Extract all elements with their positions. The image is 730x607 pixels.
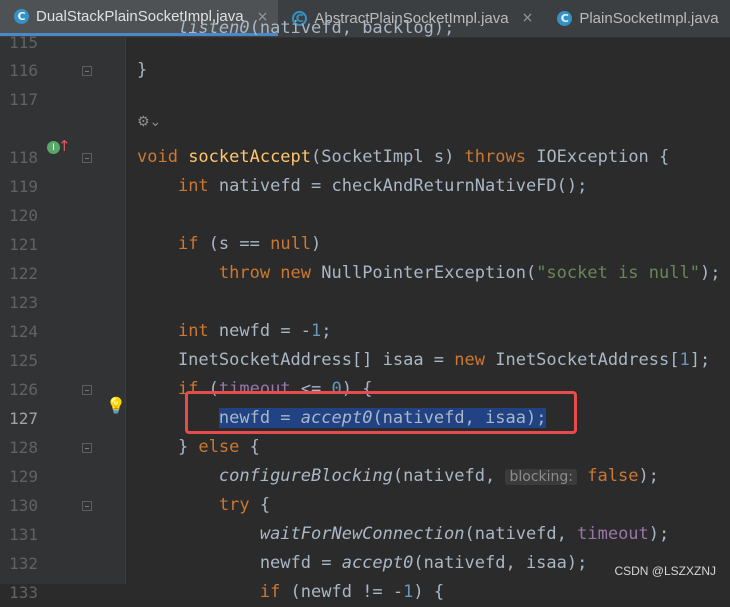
line-number: 132 — [9, 554, 38, 573]
line-number: 130 — [9, 496, 38, 515]
code-line: 116 } — [0, 56, 730, 85]
close-icon[interactable]: × — [522, 10, 534, 26]
code-line: 129 configureBlocking(nativefd, blocking… — [0, 462, 730, 491]
code-line: 115 listen0(nativefd, backlog); — [0, 18, 730, 57]
code-line: 125 InetSocketAddress[] isaa = new InetS… — [0, 346, 730, 375]
fold-icon[interactable] — [82, 66, 92, 76]
line-number: 115 — [9, 33, 38, 52]
annotation-gear-icon[interactable]: ⚙︎⌄ — [137, 114, 161, 130]
code-line: 124 int newfd = -1; — [0, 317, 730, 346]
code-line: 128 } else { — [0, 433, 730, 462]
code-text: throw new NullPointerException("socket i… — [218, 263, 721, 283]
code-text: if (s == null) — [177, 234, 322, 254]
watermark: CSDN @LSZXZNJ — [614, 564, 716, 578]
code-line: 120 — [0, 201, 730, 230]
tab-label: PlainSocketImpl.java — [579, 9, 719, 27]
code-text: int nativefd = checkAndReturnNativeFD(); — [177, 176, 588, 196]
code-line: 133 if (newfd != -1) { — [0, 578, 730, 607]
fold-icon[interactable] — [82, 443, 92, 453]
line-number: 117 — [9, 90, 38, 109]
code-text: InetSocketAddress[] isaa = new InetSocke… — [137, 350, 711, 370]
line-number: 123 — [9, 293, 38, 312]
parameter-hint: blocking: — [505, 469, 577, 485]
lightbulb-icon[interactable]: 💡 — [106, 396, 126, 415]
line-number: 131 — [9, 525, 38, 544]
highlight-box — [185, 391, 577, 434]
code-line: 121 if (s == null) — [0, 230, 730, 259]
code-text: newfd = accept0(nativefd, isaa); — [137, 553, 588, 573]
code-text: waitForNewConnection(nativefd, timeout); — [259, 524, 670, 544]
line-number: 116 — [9, 61, 38, 80]
line-number: 128 — [9, 438, 38, 457]
line-number: 129 — [9, 467, 38, 486]
code-line: 130 try { — [0, 491, 730, 520]
code-text: int newfd = -1; — [177, 321, 332, 341]
line-number: 118 — [9, 148, 38, 167]
line-number: 119 — [9, 177, 38, 196]
code-line: 119 int nativefd = checkAndReturnNativeF… — [0, 172, 730, 201]
line-number: 126 — [9, 380, 38, 399]
line-number: 120 — [9, 206, 38, 225]
line-number: 124 — [9, 322, 38, 341]
override-arrow-icon[interactable]: ↑ — [58, 137, 71, 155]
code-text: void socketAccept(SocketImpl s) throws I… — [137, 147, 670, 167]
fold-icon[interactable] — [82, 153, 92, 163]
line-number: 125 — [9, 351, 38, 370]
code-text: if (newfd != -1) { — [259, 582, 445, 602]
code-text: configureBlocking(nativefd, blocking: fa… — [218, 466, 659, 486]
line-number: 127 — [9, 409, 38, 428]
line-number: 122 — [9, 264, 38, 283]
code-text: } — [137, 60, 148, 80]
code-line: 123 — [0, 288, 730, 317]
code-text: listen0(nativefd, backlog); — [177, 18, 455, 38]
code-text: } else { — [137, 437, 260, 457]
java-class-icon: C — [14, 9, 29, 24]
fold-icon[interactable] — [82, 385, 92, 395]
fold-icon[interactable] — [82, 501, 92, 511]
code-text: try { — [218, 495, 271, 515]
code-line: 122 throw new NullPointerException("sock… — [0, 259, 730, 288]
line-number: 133 — [9, 583, 38, 602]
code-line: 131 waitForNewConnection(nativefd, timeo… — [0, 520, 730, 549]
java-class-icon: C — [557, 10, 573, 26]
line-number: 121 — [9, 235, 38, 254]
code-line: 118 void socketAccept(SocketImpl s) thro… — [0, 143, 730, 172]
code-line: 117 — [0, 85, 730, 114]
